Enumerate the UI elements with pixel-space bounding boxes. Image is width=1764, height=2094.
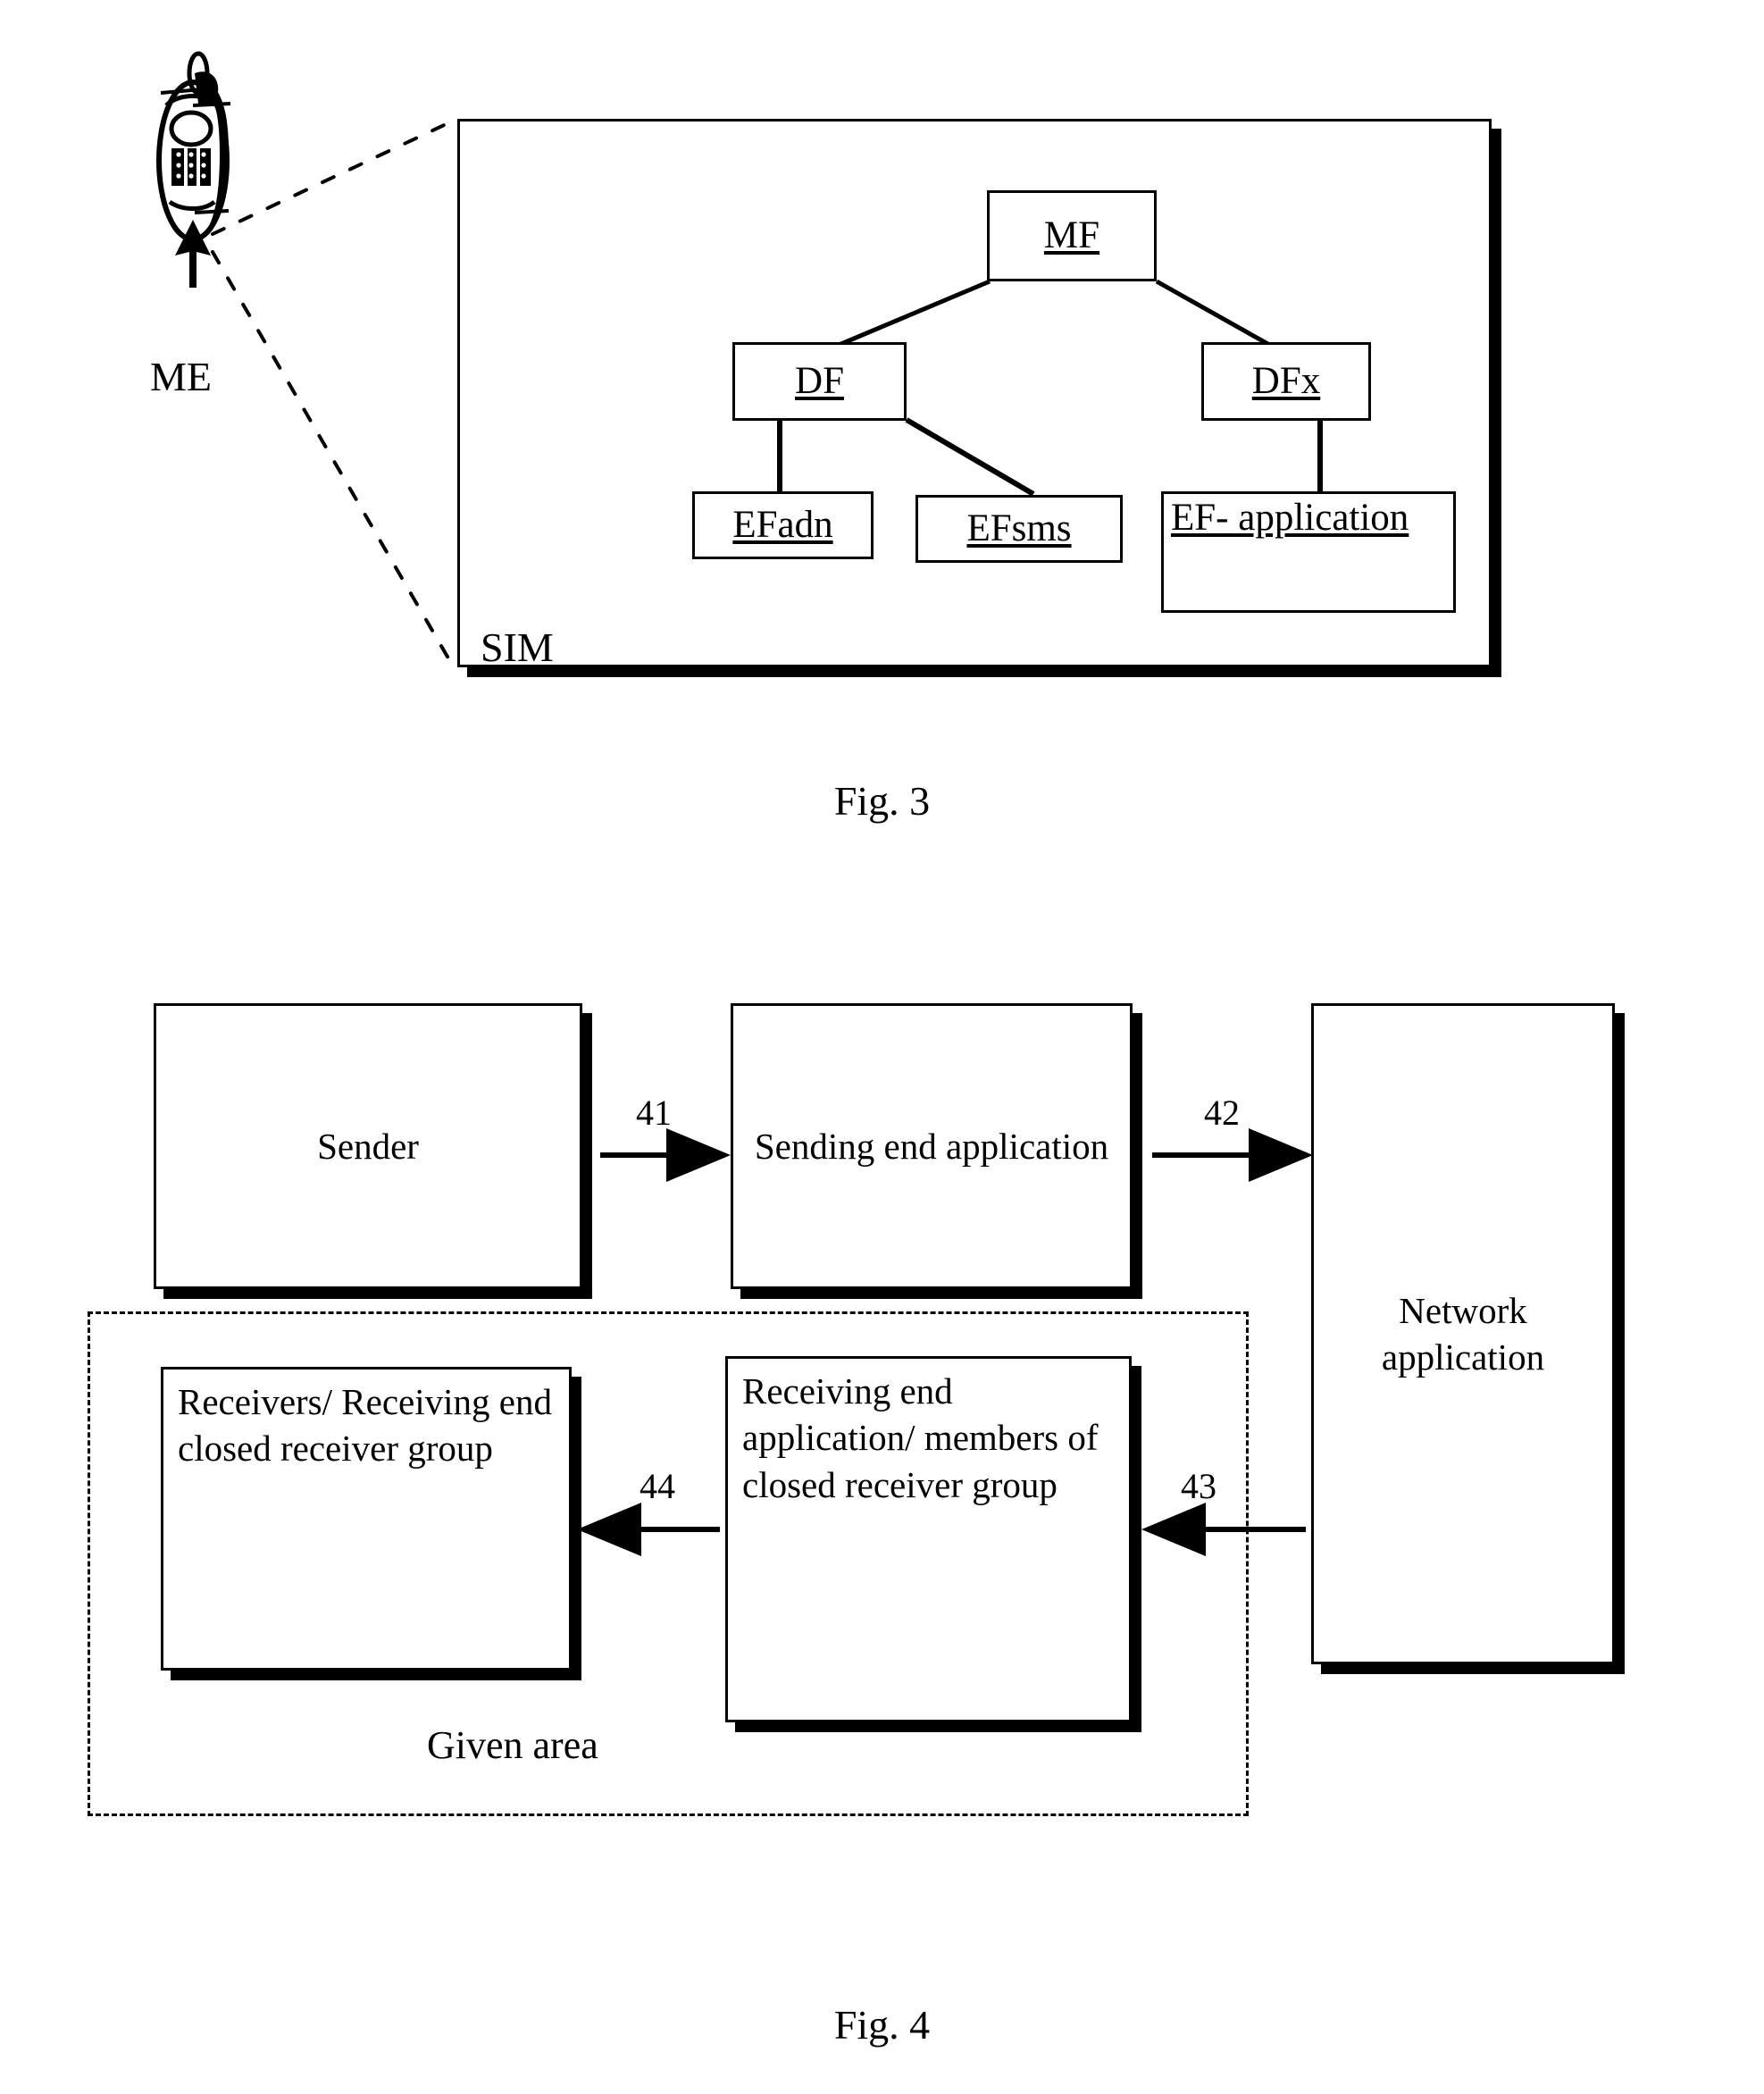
node-dfx: DFx: [1201, 342, 1371, 421]
me-label: ME: [150, 354, 212, 399]
box-sender-label: Sender: [317, 1125, 419, 1167]
box-sending-end-application: Sending end application: [731, 1003, 1133, 1289]
arrow-label-43: 43: [1181, 1466, 1216, 1506]
mobile-equipment-illustration: [143, 51, 268, 288]
box-network-application-label: Network application: [1381, 1289, 1545, 1378]
box-sender: Sender: [154, 1003, 582, 1289]
box-receiving-end-application-label: Receiving end application/ members of cl…: [742, 1370, 1099, 1505]
node-mf: MF: [987, 190, 1157, 281]
node-dfx-label: DFx: [1251, 360, 1321, 403]
box-network-application: Network application: [1311, 1003, 1615, 1664]
box-receivers-label: Receivers/ Receiving end closed receiver…: [178, 1381, 552, 1470]
node-mf-label: MF: [1043, 214, 1100, 257]
figure3-caption: Fig. 3: [833, 778, 931, 824]
node-efsms-label: EFsms: [966, 507, 1072, 550]
sim-label: SIM: [481, 624, 554, 670]
given-area-label: Given area: [427, 1723, 598, 1767]
node-efsms: EFsms: [915, 495, 1123, 563]
box-sending-end-application-label: Sending end application: [754, 1125, 1109, 1167]
mobile-phone-icon: [156, 51, 231, 288]
box-receiving-end-application: Receiving end application/ members of cl…: [725, 1356, 1132, 1722]
node-df: DF: [732, 342, 907, 421]
node-ef-application: EF- application: [1161, 491, 1456, 613]
arrow-label-42: 42: [1204, 1093, 1240, 1133]
node-efadn: EFadn: [692, 491, 874, 559]
node-df-label: DF: [795, 360, 844, 403]
node-ef-application-label: EF- application: [1171, 497, 1409, 539]
arrow-label-41: 41: [636, 1093, 672, 1133]
arrow-label-44: 44: [640, 1466, 675, 1506]
box-receivers: Receivers/ Receiving end closed receiver…: [161, 1367, 572, 1671]
figure4-caption: Fig. 4: [833, 2002, 931, 2048]
node-efadn-label: EFadn: [732, 504, 833, 547]
